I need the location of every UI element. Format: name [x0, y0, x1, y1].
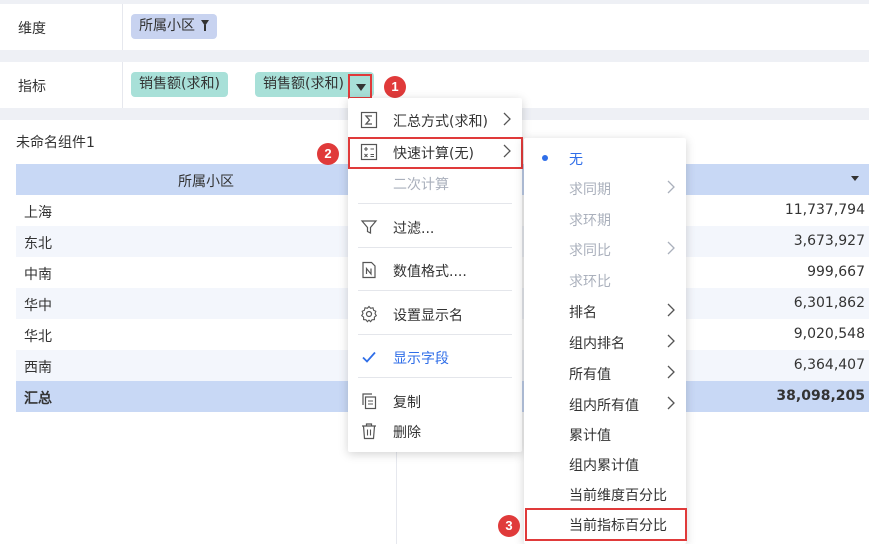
submenu-item-all-values[interactable]: 所有值: [524, 358, 686, 388]
menu-item-label: 二次计算: [393, 177, 449, 193]
step-badge-2: 2: [317, 143, 339, 165]
region-cell: 上海: [24, 205, 52, 221]
submenu-item-label: 求环期: [569, 213, 611, 229]
dimension-divider: [122, 4, 123, 50]
submenu-item-group-all-values[interactable]: 组内所有值: [524, 389, 686, 419]
menu-item-label: 过滤...: [393, 221, 435, 237]
gear-icon: [360, 305, 378, 323]
submenu-item-yoy-ratio: 求同比: [524, 234, 686, 264]
table-header-cell: 所属小区: [178, 174, 234, 190]
submenu-item-mom: 求环期: [524, 204, 686, 234]
menu-divider: [358, 334, 512, 335]
selected-dot-icon: [542, 155, 548, 161]
filter-icon: [360, 220, 378, 234]
field-dropdown-button[interactable]: [348, 74, 372, 99]
menu-item-copy[interactable]: 复制: [348, 386, 522, 416]
submenu-item-label: 组内累计值: [569, 458, 639, 474]
sigma-icon: [360, 111, 378, 129]
menu-item-secondary-calc: 二次计算: [348, 168, 522, 198]
region-cell: 西南: [24, 360, 52, 376]
highlight-indicator-percent: [525, 508, 687, 541]
menu-item-summary[interactable]: 汇总方式(求和): [348, 105, 522, 135]
value-cell: 999,667: [807, 264, 865, 280]
indicator-pill-label: 销售额(求和): [139, 76, 220, 92]
submenu-item-dimension-percent[interactable]: 当前维度百分比: [524, 479, 686, 509]
submenu-item-label: 无: [569, 152, 583, 168]
region-cell: 东北: [24, 236, 52, 252]
checkmark-icon: [362, 351, 376, 363]
submenu-item-none[interactable]: 无: [524, 143, 686, 173]
value-cell: 11,737,794: [784, 202, 865, 218]
indicator-pill-1[interactable]: 销售额(求和): [131, 72, 228, 97]
menu-item-show-field[interactable]: 显示字段: [348, 342, 522, 372]
dimension-bar: 维度 所属小区: [0, 4, 869, 50]
chevron-right-icon: [667, 396, 675, 410]
chevron-right-icon: [667, 365, 675, 379]
menu-item-filter[interactable]: 过滤...: [348, 212, 522, 242]
menu-item-label: 汇总方式(求和): [393, 114, 488, 130]
dimension-pill[interactable]: 所属小区: [131, 14, 217, 39]
submenu-item-label: 求环比: [569, 274, 611, 290]
menu-divider: [358, 203, 512, 204]
indicator-divider: [122, 62, 123, 108]
chevron-right-icon: [667, 241, 675, 255]
step-badge-1: 1: [384, 76, 406, 98]
chevron-right-icon: [667, 303, 675, 317]
indicator-label: 指标: [18, 79, 46, 95]
total-label: 汇总: [24, 391, 52, 407]
submenu-item-label: 组内排名: [569, 336, 625, 352]
submenu-item-label: 求同期: [569, 182, 611, 198]
region-cell: 中南: [24, 267, 52, 283]
submenu-item-label: 求同比: [569, 243, 611, 259]
number-format-icon: [362, 261, 376, 279]
sort-caret-icon[interactable]: [851, 176, 859, 181]
dimension-pill-label: 所属小区: [139, 18, 195, 34]
region-cell: 华中: [24, 298, 52, 314]
menu-item-label: 显示字段: [393, 351, 449, 367]
submenu-item-mom-ratio: 求环比: [524, 265, 686, 295]
value-cell: 6,364,407: [793, 357, 865, 373]
submenu-item-yoy: 求同期: [524, 173, 686, 203]
submenu-item-label: 当前维度百分比: [569, 488, 667, 504]
menu-item-label: 数值格式....: [393, 264, 467, 280]
menu-divider: [358, 377, 512, 378]
menu-divider: [358, 290, 512, 291]
submenu-item-group-rank[interactable]: 组内排名: [524, 327, 686, 357]
value-cell: 6,301,862: [793, 295, 865, 311]
submenu-item-rank[interactable]: 排名: [524, 296, 686, 326]
total-value: 38,098,205: [776, 388, 865, 404]
menu-item-label: 设置显示名: [393, 308, 463, 324]
submenu-item-group-cumulative[interactable]: 组内累计值: [524, 449, 686, 479]
menu-item-number-format[interactable]: 数值格式....: [348, 255, 522, 285]
chevron-right-icon: [667, 180, 675, 194]
chevron-right-icon: [667, 334, 675, 348]
submenu-item-label: 累计值: [569, 428, 611, 444]
menu-item-delete[interactable]: 删除: [348, 416, 522, 446]
chevron-right-icon: [503, 112, 511, 126]
menu-item-label: 删除: [393, 425, 421, 441]
dimension-label: 维度: [18, 21, 46, 37]
submenu-item-label: 所有值: [569, 367, 611, 383]
widget-title: 未命名组件1: [16, 135, 95, 151]
filter-icon[interactable]: [201, 20, 209, 31]
menu-item-label: 复制: [393, 395, 421, 411]
value-cell: 9,020,548: [793, 326, 865, 342]
submenu-item-cumulative[interactable]: 累计值: [524, 419, 686, 449]
submenu-item-label: 排名: [569, 305, 597, 321]
quick-calc-submenu: 无 求同期 求环期 求同比 求环比 排名 组内排名 所有值 组内所有值 累计值 …: [524, 138, 686, 544]
region-cell: 华北: [24, 329, 52, 345]
caret-down-icon: [356, 84, 366, 91]
menu-item-display-name[interactable]: 设置显示名: [348, 299, 522, 329]
submenu-item-label: 组内所有值: [569, 398, 639, 414]
value-cell: 3,673,927: [793, 233, 865, 249]
trash-icon: [362, 423, 376, 440]
indicator-pill-label: 销售额(求和): [263, 76, 344, 92]
highlight-quick-calc: [348, 137, 523, 169]
copy-icon: [362, 393, 377, 410]
step-badge-3: 3: [498, 515, 520, 537]
menu-divider: [358, 247, 512, 248]
